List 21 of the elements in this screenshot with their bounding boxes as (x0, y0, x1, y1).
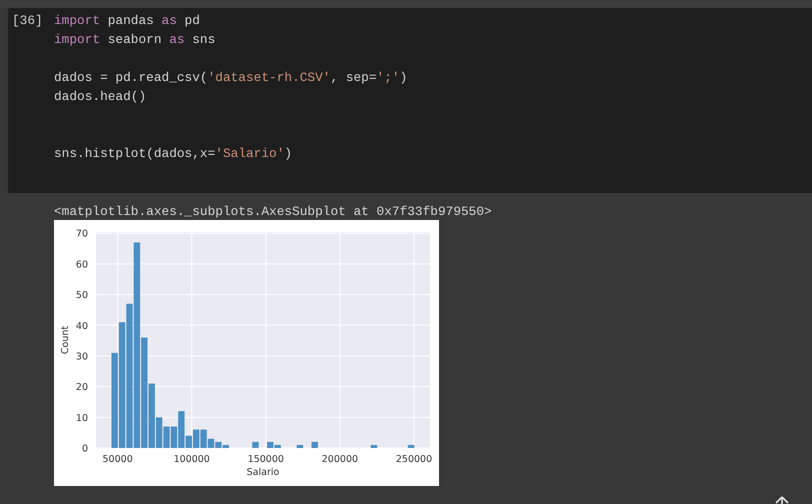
y-tick-label: 60 (76, 259, 88, 270)
histogram-bar (370, 444, 378, 448)
y-tick-label: 0 (82, 444, 88, 454)
y-axis-label: Count (60, 326, 71, 354)
y-tick-label: 10 (76, 412, 88, 424)
histogram-bar (408, 444, 414, 448)
x-tick-label: 150000 (248, 454, 284, 465)
x-tick-label: 250000 (396, 454, 432, 465)
y-tick-label: 70 (76, 228, 88, 240)
y-tick-label: 30 (76, 351, 88, 362)
histogram-bar (296, 444, 304, 448)
x-tick-label: 200000 (322, 454, 358, 465)
x-tick-label: 50000 (102, 454, 133, 465)
y-tick-label: 40 (76, 320, 88, 332)
output-text: <matplotlib.axes._subplots.AxesSubplot at 0x7f33fb979550> (54, 203, 493, 220)
x-tick-label: 100000 (174, 454, 210, 465)
execution-count: [36] (11, 12, 44, 30)
y-tick-label: 20 (76, 382, 88, 394)
x-axis-label: Salario (246, 467, 280, 478)
code-text: import pandas as pd import seaborn as sns dados = pd.read_csv('dataset-rh.CSV', sep=';') dados.head() sns.histplot(dados,x='Salario') (54, 12, 408, 163)
y-tick-label: 50 (76, 290, 88, 302)
